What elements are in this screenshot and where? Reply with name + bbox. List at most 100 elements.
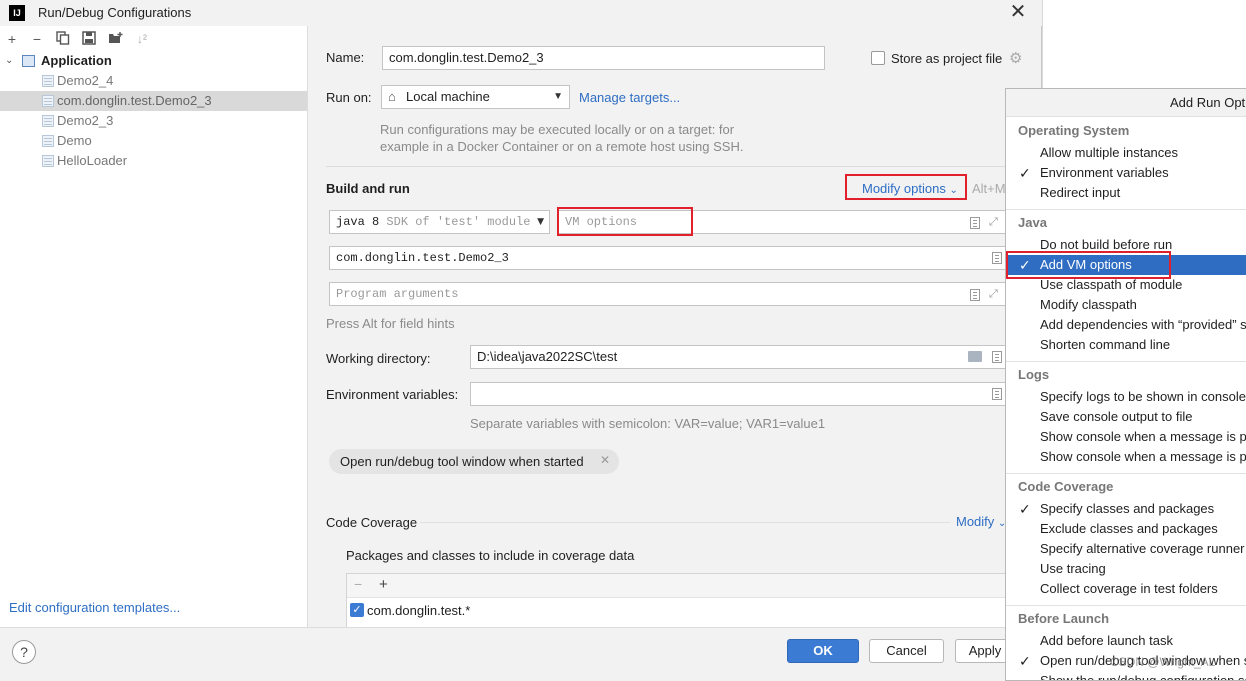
tree-item-label: com.donglin.test.Demo2_3 bbox=[57, 93, 212, 108]
expand-arrow-icon[interactable]: ⌄ bbox=[5, 51, 13, 71]
checkmark-icon: ✓ bbox=[1019, 501, 1031, 517]
add-icon[interactable]: + bbox=[379, 576, 388, 593]
program-arguments-input[interactable]: Program arguments bbox=[329, 282, 1006, 306]
run-on-value: Local machine bbox=[406, 89, 490, 104]
option-label: Show console when a message is printed t… bbox=[1040, 449, 1246, 464]
browse-class-icon[interactable] bbox=[992, 252, 1002, 264]
tree-item-label: Demo2_4 bbox=[57, 73, 114, 88]
option-label: Add dependencies with “provided” scope bbox=[1040, 317, 1246, 332]
cancel-button[interactable]: Cancel bbox=[869, 639, 944, 663]
option-label: Save console output to file bbox=[1040, 409, 1193, 424]
option-show-settings-before-start[interactable]: Show the run/debug configuration setting… bbox=[1006, 671, 1246, 680]
tree-item-demo[interactable]: Demo bbox=[0, 131, 307, 151]
expand-field-icon[interactable] bbox=[970, 217, 980, 229]
gear-icon[interactable]: ⚙ bbox=[1009, 49, 1022, 67]
help-button[interactable]: ? bbox=[12, 640, 36, 664]
popup-title-bar: Add Run Options bbox=[1006, 89, 1246, 117]
config-file-icon bbox=[42, 155, 54, 167]
separator bbox=[1006, 361, 1246, 362]
option-label: Environment variables bbox=[1040, 165, 1169, 180]
option-label: Use tracing bbox=[1040, 561, 1106, 576]
tree-item-label: Demo2_3 bbox=[57, 113, 114, 128]
option-allow-multiple-instances[interactable]: Allow multiple instances bbox=[1006, 143, 1246, 163]
option-show-console-stdout[interactable]: Show console when a message is printed t… bbox=[1006, 427, 1246, 447]
config-file-icon bbox=[42, 95, 54, 107]
option-use-tracing[interactable]: Use tracing bbox=[1006, 559, 1246, 579]
tree-item-demo2-3-selected[interactable]: com.donglin.test.Demo2_3 bbox=[0, 91, 307, 111]
option-modify-classpath[interactable]: Modify classpath bbox=[1006, 295, 1246, 315]
sdk-dropdown[interactable]: java 8 SDK of 'test' module ▼ bbox=[329, 210, 550, 234]
working-directory-input[interactable]: D:\idea\java2022SC\test bbox=[470, 345, 1006, 369]
group-java: Java bbox=[1018, 215, 1047, 230]
packages-label: Packages and classes to include in cover… bbox=[346, 548, 635, 563]
option-collect-coverage-tests[interactable]: Collect coverage in test folders bbox=[1006, 579, 1246, 599]
option-shorten-command-line[interactable]: Shorten command line bbox=[1006, 335, 1246, 355]
maximize-icon[interactable]: ⤢ bbox=[989, 288, 998, 301]
chevron-down-icon: ▼ bbox=[537, 217, 544, 227]
sdk-hint: SDK of 'test' module bbox=[386, 215, 531, 229]
chevron-down-icon: ▼ bbox=[553, 91, 563, 102]
tree-item-demo2-3[interactable]: Demo2_3 bbox=[0, 111, 307, 131]
coverage-modify-link[interactable]: Modify ⌄ bbox=[956, 514, 1006, 529]
option-specify-logs[interactable]: Specify logs to be shown in console bbox=[1006, 387, 1246, 407]
option-add-provided-dependencies[interactable]: Add dependencies with “provided” scope bbox=[1006, 315, 1246, 335]
section-divider bbox=[326, 166, 1006, 167]
option-specify-classes[interactable]: ✓ Specify classes and packages bbox=[1006, 499, 1246, 519]
manage-targets-link[interactable]: Manage targets... bbox=[579, 90, 680, 105]
add-vm-options-highlight bbox=[1006, 251, 1171, 279]
close-icon[interactable]: ✕ bbox=[1008, 2, 1028, 22]
main-class-input[interactable]: com.donglin.test.Demo2_3 bbox=[329, 246, 1006, 270]
separator bbox=[1006, 473, 1246, 474]
save-icon[interactable] bbox=[81, 31, 97, 47]
build-and-run-heading: Build and run bbox=[326, 181, 410, 196]
folder-icon[interactable] bbox=[968, 351, 982, 362]
remove-icon[interactable]: − bbox=[29, 31, 45, 47]
copy-icon[interactable] bbox=[55, 31, 71, 47]
expand-field-icon[interactable] bbox=[970, 289, 980, 301]
edit-env-icon[interactable] bbox=[992, 388, 1002, 400]
option-label: Redirect input bbox=[1040, 185, 1121, 200]
insert-macro-icon[interactable] bbox=[992, 351, 1002, 363]
option-label: Collect coverage in test folders bbox=[1040, 581, 1218, 596]
remove-icon[interactable]: − bbox=[354, 576, 362, 592]
option-alternative-runner[interactable]: Specify alternative coverage runner bbox=[1006, 539, 1246, 559]
tree-item-demo2-4[interactable]: Demo2_4 bbox=[0, 71, 307, 91]
group-code-coverage: Code Coverage bbox=[1018, 479, 1114, 494]
close-icon[interactable]: ✕ bbox=[600, 453, 610, 467]
ok-button[interactable]: OK bbox=[787, 639, 859, 663]
coverage-modify-label: Modify bbox=[956, 514, 995, 529]
option-redirect-input[interactable]: Redirect input bbox=[1006, 183, 1246, 203]
env-variables-hint: Separate variables with semicolon: VAR=v… bbox=[470, 416, 826, 431]
window-title: Run/Debug Configurations bbox=[38, 5, 192, 20]
option-add-before-launch-task[interactable]: Add before launch task bbox=[1006, 631, 1246, 651]
option-label: Specify alternative coverage runner bbox=[1040, 541, 1245, 556]
sort-icon[interactable]: ↓² bbox=[134, 31, 150, 47]
tree-item-label: Demo bbox=[57, 133, 92, 148]
tree-root-application[interactable]: ⌄ Application bbox=[0, 51, 307, 71]
option-save-console-output[interactable]: Save console output to file bbox=[1006, 407, 1246, 427]
edit-templates-link[interactable]: Edit configuration templates... bbox=[9, 600, 180, 615]
package-checkbox[interactable]: ✓ bbox=[350, 603, 364, 617]
package-entry: com.donglin.test.* bbox=[367, 603, 471, 618]
config-file-icon bbox=[42, 115, 54, 127]
option-chip[interactable]: Open run/debug tool window when started … bbox=[329, 449, 619, 474]
env-variables-label: Environment variables: bbox=[326, 387, 459, 402]
separator bbox=[1006, 605, 1246, 606]
tree-item-helloloader[interactable]: HelloLoader bbox=[0, 151, 307, 171]
option-label: Show console when a message is printed t… bbox=[1040, 429, 1246, 444]
option-environment-variables[interactable]: ✓ Environment variables bbox=[1006, 163, 1246, 183]
maximize-icon[interactable]: ⤢ bbox=[989, 216, 998, 229]
run-on-dropdown[interactable]: ⌂ Local machine ▼ bbox=[381, 85, 570, 109]
checkmark-icon: ✓ bbox=[1019, 165, 1031, 181]
name-input[interactable]: com.donglin.test.Demo2_3 bbox=[382, 46, 825, 70]
env-variables-input[interactable] bbox=[470, 382, 1006, 406]
separator bbox=[1006, 209, 1246, 210]
option-show-console-stderr[interactable]: Show console when a message is printed t… bbox=[1006, 447, 1246, 467]
option-exclude-classes[interactable]: Exclude classes and packages bbox=[1006, 519, 1246, 539]
add-icon[interactable]: + bbox=[4, 31, 20, 47]
new-folder-icon[interactable] bbox=[107, 31, 123, 47]
option-label: Specify classes and packages bbox=[1040, 501, 1215, 516]
intellij-logo-icon: IJ bbox=[9, 5, 25, 21]
store-as-project-checkbox[interactable] bbox=[871, 51, 885, 65]
tree-item-label: HelloLoader bbox=[57, 153, 128, 168]
